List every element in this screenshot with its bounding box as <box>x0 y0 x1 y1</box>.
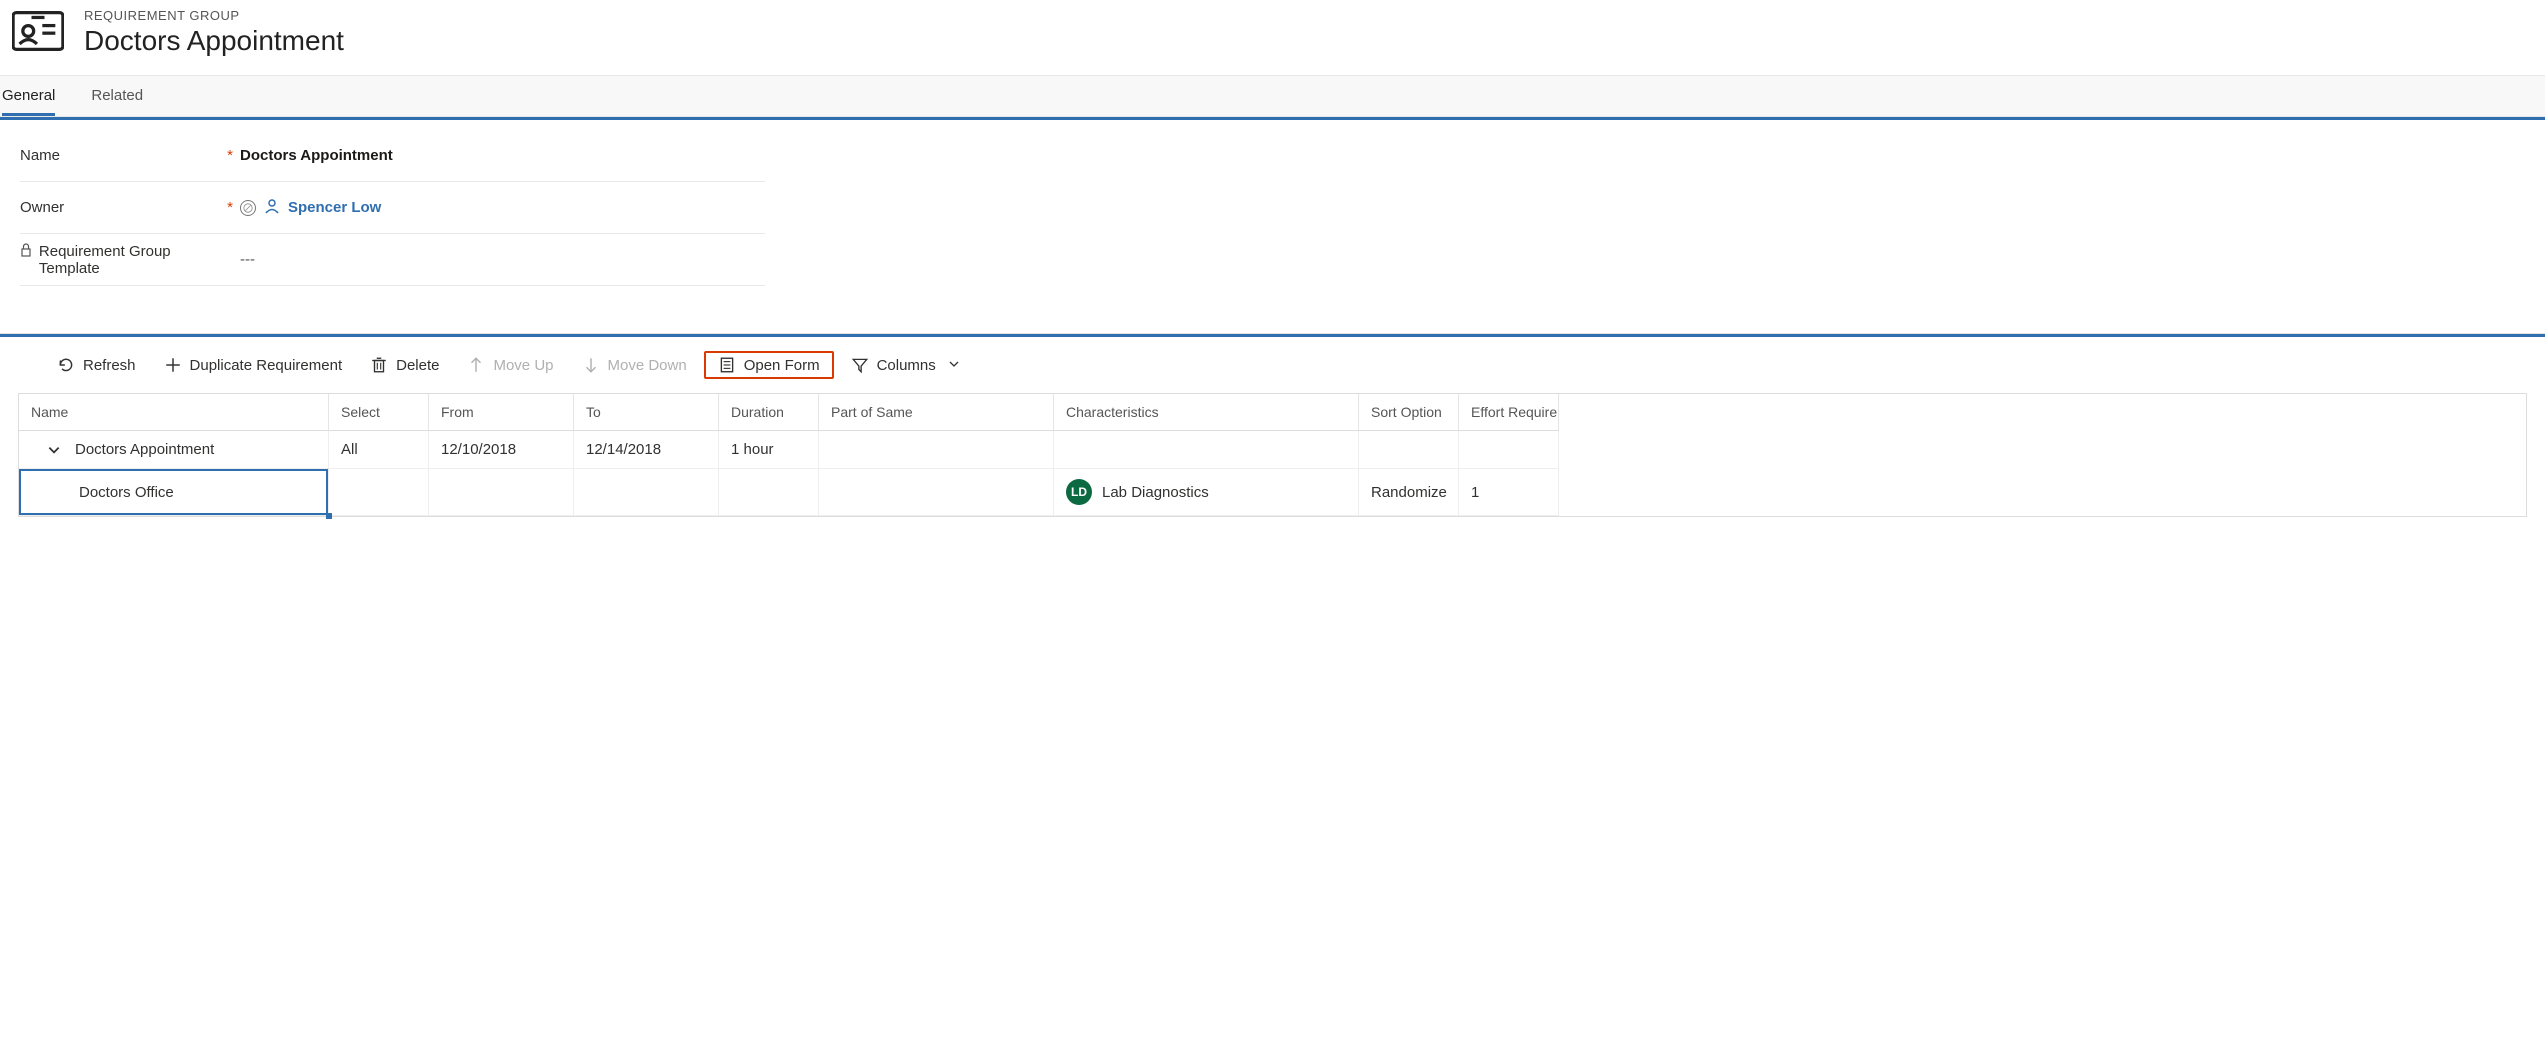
cell-duration[interactable] <box>719 469 819 516</box>
refresh-icon <box>57 356 75 374</box>
field-name-value[interactable]: Doctors Appointment <box>240 147 765 164</box>
trash-icon <box>370 356 388 374</box>
cell-partofsame[interactable] <box>819 469 1054 516</box>
field-name: Name * Doctors Appointment <box>20 130 765 182</box>
move-down-button: Move Down <box>571 351 698 379</box>
move-up-button: Move Up <box>456 351 564 379</box>
cell-from[interactable] <box>429 469 574 516</box>
cell-partofsame[interactable] <box>819 431 1054 469</box>
field-owner-label: Owner <box>20 199 220 216</box>
col-to[interactable]: To <box>574 394 719 431</box>
filter-icon <box>851 356 869 374</box>
grid-toolbar: Refresh Duplicate Requirement Delete Mov… <box>18 337 2527 393</box>
table-row[interactable]: Doctors Appointment All 12/10/2018 12/14… <box>19 431 2526 469</box>
field-template-label: Requirement Group Template <box>20 243 220 277</box>
requirements-grid-region: Refresh Duplicate Requirement Delete Mov… <box>0 334 2545 557</box>
cell-from[interactable]: 12/10/2018 <box>429 431 574 469</box>
field-name-label: Name <box>20 147 220 164</box>
col-duration[interactable]: Duration <box>719 394 819 431</box>
table-row[interactable]: Doctors Office LD Lab Diagnostics Random… <box>19 469 2526 516</box>
owner-link[interactable]: Spencer Low <box>288 199 381 216</box>
cell-to[interactable]: 12/14/2018 <box>574 431 719 469</box>
field-template: Requirement Group Template --- <box>20 234 765 286</box>
panel-gap <box>0 316 2545 334</box>
chevron-down-icon <box>948 357 960 374</box>
open-form-button[interactable]: Open Form <box>704 351 834 379</box>
cell-characteristics[interactable]: LD Lab Diagnostics <box>1054 469 1359 516</box>
cell-select[interactable] <box>329 469 429 516</box>
cell-effort[interactable]: 1 <box>1459 469 1559 516</box>
page-header: REQUIREMENT GROUP Doctors Appointment <box>0 0 2545 75</box>
cell-select[interactable]: All <box>329 431 429 469</box>
cell-name[interactable]: Doctors Office <box>19 469 329 516</box>
breadcrumb: REQUIREMENT GROUP <box>84 8 344 23</box>
tab-general[interactable]: General <box>2 76 55 116</box>
lock-icon <box>20 243 33 257</box>
col-characteristics[interactable]: Characteristics <box>1054 394 1359 431</box>
general-panel: Name * Doctors Appointment Owner * Spenc… <box>0 117 2545 316</box>
cell-sortoption[interactable] <box>1359 431 1459 469</box>
page-title: Doctors Appointment <box>84 25 344 57</box>
field-template-value: --- <box>240 251 765 268</box>
requirements-grid: Name Select From To Duration Part of Sam… <box>18 393 2527 517</box>
cell-duration[interactable]: 1 hour <box>719 431 819 469</box>
field-template-label-text: Requirement Group Template <box>39 243 220 277</box>
cell-effort[interactable] <box>1459 431 1559 469</box>
columns-button[interactable]: Columns <box>840 351 971 379</box>
col-select[interactable]: Select <box>329 394 429 431</box>
required-indicator: * <box>220 199 240 216</box>
col-partofsame[interactable]: Part of Same <box>819 394 1054 431</box>
col-effort[interactable]: Effort Require <box>1459 394 1559 431</box>
tab-related[interactable]: Related <box>91 76 143 116</box>
cell-name[interactable]: Doctors Appointment <box>19 431 329 469</box>
chevron-down-icon[interactable] <box>47 443 65 457</box>
refresh-button[interactable]: Refresh <box>46 351 147 379</box>
form-icon <box>718 356 736 374</box>
entity-badge-icon <box>10 8 66 54</box>
plus-icon <box>164 356 182 374</box>
required-indicator: * <box>220 147 240 164</box>
cell-characteristics[interactable] <box>1054 431 1359 469</box>
person-icon <box>264 198 280 218</box>
arrow-down-icon <box>582 356 600 374</box>
grid-header-row: Name Select From To Duration Part of Sam… <box>19 394 2526 431</box>
form-tabs: General Related <box>0 75 2545 117</box>
arrow-up-icon <box>467 356 485 374</box>
field-owner-value[interactable]: Spencer Low <box>240 198 765 218</box>
delete-button[interactable]: Delete <box>359 351 450 379</box>
col-sortoption[interactable]: Sort Option <box>1359 394 1459 431</box>
cell-to[interactable] <box>574 469 719 516</box>
info-icon <box>240 200 256 216</box>
col-name[interactable]: Name <box>19 394 329 431</box>
col-from[interactable]: From <box>429 394 574 431</box>
avatar: LD <box>1066 479 1092 505</box>
field-owner: Owner * Spencer Low <box>20 182 765 234</box>
cell-sortoption[interactable]: Randomize <box>1359 469 1459 516</box>
duplicate-requirement-button[interactable]: Duplicate Requirement <box>153 351 354 379</box>
form-region: Name * Doctors Appointment Owner * Spenc… <box>0 120 785 316</box>
